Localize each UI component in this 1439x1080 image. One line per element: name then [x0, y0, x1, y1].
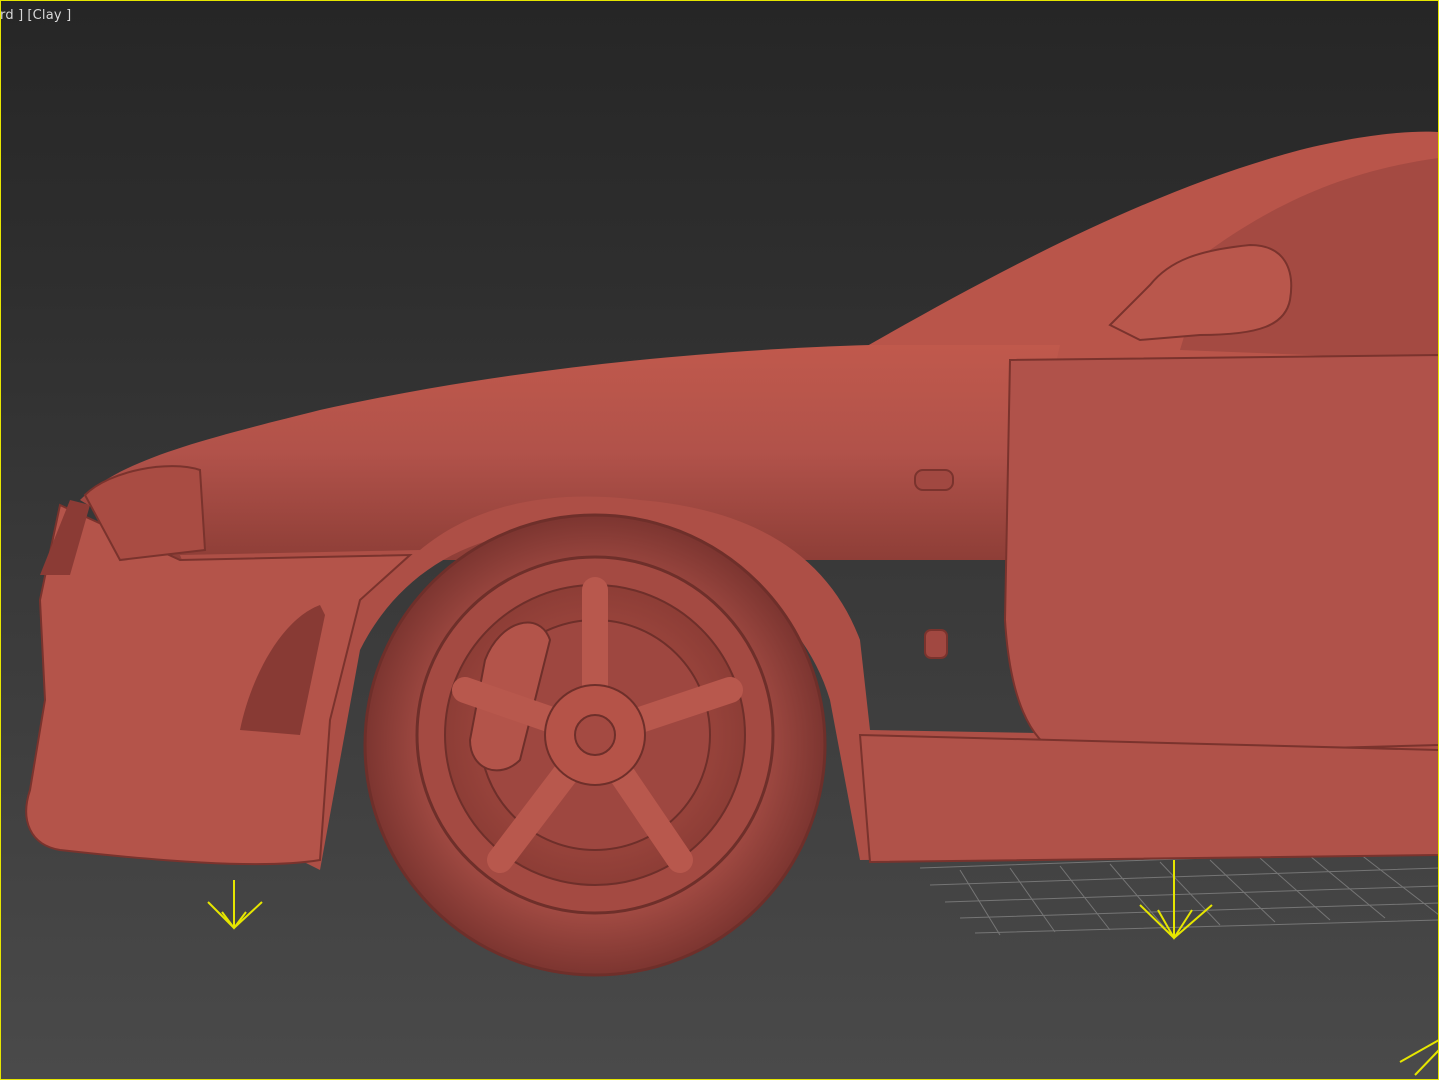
gizmo-arrow-left[interactable] — [207, 880, 263, 930]
car-side-marker — [914, 469, 954, 491]
car-fender-badge — [924, 629, 948, 659]
center-cap — [574, 714, 616, 756]
car-door — [1003, 353, 1439, 757]
viewport[interactable]: rd ] [Clay ] — [0, 0, 1439, 1080]
floor-grid — [919, 849, 1439, 936]
scene-canvas[interactable] — [0, 0, 1439, 1080]
gizmo-arrow-corner[interactable] — [1399, 1039, 1439, 1076]
front-wheel[interactable] — [363, 513, 827, 977]
car-side-skirt — [858, 733, 1439, 864]
